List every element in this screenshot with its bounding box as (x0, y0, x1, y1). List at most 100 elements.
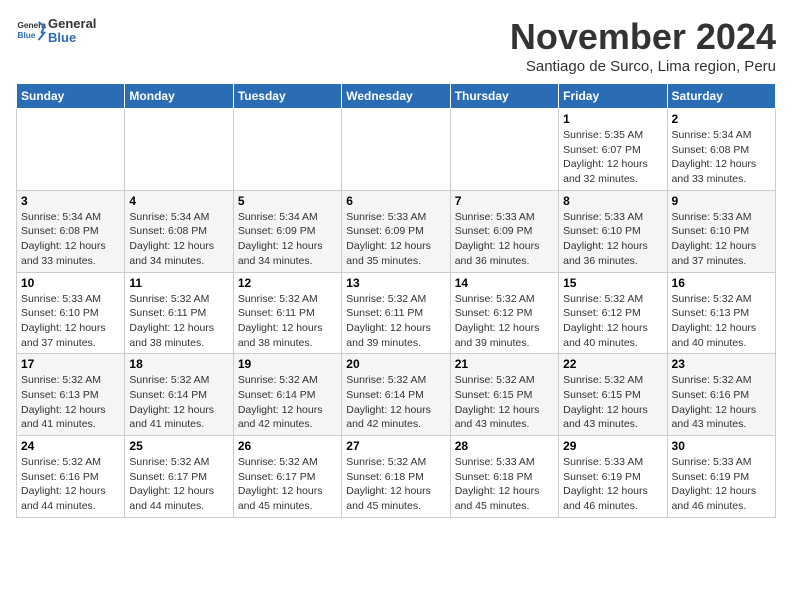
subtitle: Santiago de Surco, Lima region, Peru (510, 58, 776, 75)
day-info: Sunrise: 5:32 AM Sunset: 6:18 PM Dayligh… (346, 455, 445, 514)
calendar-day-cell: 18Sunrise: 5:32 AM Sunset: 6:14 PM Dayli… (125, 354, 233, 436)
calendar-day-cell: 23 Sunrise: 5:32 AM Sunset: 6:16 PM Dayli… (667, 354, 775, 436)
day-number: 5 (238, 194, 337, 208)
day-info: Sunrise: 5:34 AM Sunset: 6:08 PM Dayligh… (21, 210, 120, 269)
calendar-day-cell (125, 109, 233, 191)
day-number: 29 (563, 439, 662, 453)
calendar-day-cell: 17 Sunrise: 5:32 AM Sunset: 6:13 PM Dayli… (17, 354, 125, 436)
day-number: 12 (238, 276, 337, 290)
logo: General Blue General Blue (16, 16, 96, 46)
day-number: 10 (21, 276, 120, 290)
logo-general: General (48, 16, 96, 31)
calendar-header-saturday: Saturday (667, 84, 775, 109)
logo-blue: Blue (48, 30, 76, 45)
month-title: November 2024 (510, 16, 776, 58)
calendar-day-cell: 13 Sunrise: 5:32 AM Sunset: 6:11 PM Dayli… (342, 272, 450, 354)
day-info: Sunrise: 5:33 AM Sunset: 6:10 PM Dayligh… (21, 292, 120, 351)
calendar-day-cell: 4Sunrise: 5:34 AM Sunset: 6:08 PM Daylig… (125, 190, 233, 272)
day-info: Sunrise: 5:32 AM Sunset: 6:11 PM Dayligh… (238, 292, 337, 351)
calendar-day-cell: 21 Sunrise: 5:32 AM Sunset: 6:15 PM Dayli… (450, 354, 558, 436)
calendar-day-cell (342, 109, 450, 191)
calendar-day-cell: 22Sunrise: 5:32 AM Sunset: 6:15 PM Dayli… (559, 354, 667, 436)
day-info: Sunrise: 5:32 AM Sunset: 6:15 PM Dayligh… (455, 373, 554, 432)
day-info: Sunrise: 5:32 AM Sunset: 6:16 PM Dayligh… (672, 373, 771, 432)
calendar-day-cell: 9 Sunrise: 5:33 AM Sunset: 6:10 PM Daylig… (667, 190, 775, 272)
calendar-header-tuesday: Tuesday (233, 84, 341, 109)
day-info: Sunrise: 5:32 AM Sunset: 6:14 PM Dayligh… (346, 373, 445, 432)
calendar-week-row: 17 Sunrise: 5:32 AM Sunset: 6:13 PM Dayli… (17, 354, 776, 436)
day-number: 18 (129, 357, 228, 371)
page-header: General Blue General Blue November 2024 … (16, 16, 776, 75)
day-info: Sunrise: 5:32 AM Sunset: 6:17 PM Dayligh… (129, 455, 228, 514)
calendar-day-cell: 25 Sunrise: 5:32 AM Sunset: 6:17 PM Dayli… (125, 436, 233, 518)
calendar-day-cell: 1 Sunrise: 5:35 AM Sunset: 6:07 PM Daylig… (559, 109, 667, 191)
day-number: 3 (21, 194, 120, 208)
calendar-day-cell: 2Sunrise: 5:34 AM Sunset: 6:08 PM Daylig… (667, 109, 775, 191)
day-number: 17 (21, 357, 120, 371)
day-info: Sunrise: 5:32 AM Sunset: 6:13 PM Dayligh… (21, 373, 120, 432)
calendar-day-cell (450, 109, 558, 191)
calendar-day-cell: 24 Sunrise: 5:32 AM Sunset: 6:16 PM Dayli… (17, 436, 125, 518)
calendar-day-cell: 6 Sunrise: 5:33 AM Sunset: 6:09 PM Daylig… (342, 190, 450, 272)
calendar-day-cell: 16 Sunrise: 5:32 AM Sunset: 6:13 PM Dayli… (667, 272, 775, 354)
day-number: 19 (238, 357, 337, 371)
day-info: Sunrise: 5:33 AM Sunset: 6:09 PM Dayligh… (346, 210, 445, 269)
day-number: 6 (346, 194, 445, 208)
day-number: 1 (563, 112, 662, 126)
calendar-day-cell: 26Sunrise: 5:32 AM Sunset: 6:17 PM Dayli… (233, 436, 341, 518)
day-info: Sunrise: 5:32 AM Sunset: 6:11 PM Dayligh… (346, 292, 445, 351)
calendar-body: 1 Sunrise: 5:35 AM Sunset: 6:07 PM Daylig… (17, 109, 776, 518)
calendar-header-thursday: Thursday (450, 84, 558, 109)
day-info: Sunrise: 5:33 AM Sunset: 6:10 PM Dayligh… (563, 210, 662, 269)
day-info: Sunrise: 5:34 AM Sunset: 6:08 PM Dayligh… (129, 210, 228, 269)
calendar-day-cell: 12 Sunrise: 5:32 AM Sunset: 6:11 PM Dayli… (233, 272, 341, 354)
calendar-day-cell: 20 Sunrise: 5:32 AM Sunset: 6:14 PM Dayli… (342, 354, 450, 436)
calendar-header-friday: Friday (559, 84, 667, 109)
day-number: 25 (129, 439, 228, 453)
calendar-day-cell: 11 Sunrise: 5:32 AM Sunset: 6:11 PM Dayli… (125, 272, 233, 354)
day-number: 14 (455, 276, 554, 290)
calendar-header-monday: Monday (125, 84, 233, 109)
day-info: Sunrise: 5:32 AM Sunset: 6:14 PM Dayligh… (238, 373, 337, 432)
day-info: Sunrise: 5:32 AM Sunset: 6:13 PM Dayligh… (672, 292, 771, 351)
day-info: Sunrise: 5:32 AM Sunset: 6:12 PM Dayligh… (455, 292, 554, 351)
day-number: 9 (672, 194, 771, 208)
calendar-day-cell (17, 109, 125, 191)
calendar-day-cell: 19 Sunrise: 5:32 AM Sunset: 6:14 PM Dayli… (233, 354, 341, 436)
day-info: Sunrise: 5:35 AM Sunset: 6:07 PM Dayligh… (563, 128, 662, 187)
calendar-header-sunday: Sunday (17, 84, 125, 109)
calendar-day-cell: 10 Sunrise: 5:33 AM Sunset: 6:10 PM Dayli… (17, 272, 125, 354)
calendar-day-cell: 5Sunrise: 5:34 AM Sunset: 6:09 PM Daylig… (233, 190, 341, 272)
day-number: 11 (129, 276, 228, 290)
calendar-day-cell: 14 Sunrise: 5:32 AM Sunset: 6:12 PM Dayli… (450, 272, 558, 354)
day-info: Sunrise: 5:33 AM Sunset: 6:10 PM Dayligh… (672, 210, 771, 269)
calendar-day-cell: 15Sunrise: 5:32 AM Sunset: 6:12 PM Dayli… (559, 272, 667, 354)
day-number: 21 (455, 357, 554, 371)
day-info: Sunrise: 5:33 AM Sunset: 6:19 PM Dayligh… (563, 455, 662, 514)
day-info: Sunrise: 5:34 AM Sunset: 6:08 PM Dayligh… (672, 128, 771, 187)
calendar-table: SundayMondayTuesdayWednesdayThursdayFrid… (16, 83, 776, 518)
calendar-week-row: 1 Sunrise: 5:35 AM Sunset: 6:07 PM Daylig… (17, 109, 776, 191)
calendar-day-cell: 27Sunrise: 5:32 AM Sunset: 6:18 PM Dayli… (342, 436, 450, 518)
calendar-day-cell: 8 Sunrise: 5:33 AM Sunset: 6:10 PM Daylig… (559, 190, 667, 272)
calendar-day-cell: 30 Sunrise: 5:33 AM Sunset: 6:19 PM Dayli… (667, 436, 775, 518)
day-info: Sunrise: 5:32 AM Sunset: 6:12 PM Dayligh… (563, 292, 662, 351)
calendar-week-row: 24 Sunrise: 5:32 AM Sunset: 6:16 PM Dayli… (17, 436, 776, 518)
day-number: 22 (563, 357, 662, 371)
day-number: 13 (346, 276, 445, 290)
day-number: 28 (455, 439, 554, 453)
calendar-day-cell: 7Sunrise: 5:33 AM Sunset: 6:09 PM Daylig… (450, 190, 558, 272)
calendar-day-cell: 3 Sunrise: 5:34 AM Sunset: 6:08 PM Daylig… (17, 190, 125, 272)
day-number: 7 (455, 194, 554, 208)
day-info: Sunrise: 5:32 AM Sunset: 6:16 PM Dayligh… (21, 455, 120, 514)
day-number: 24 (21, 439, 120, 453)
calendar-header-row: SundayMondayTuesdayWednesdayThursdayFrid… (17, 84, 776, 109)
day-info: Sunrise: 5:32 AM Sunset: 6:11 PM Dayligh… (129, 292, 228, 351)
day-number: 30 (672, 439, 771, 453)
day-number: 8 (563, 194, 662, 208)
day-number: 20 (346, 357, 445, 371)
day-info: Sunrise: 5:33 AM Sunset: 6:19 PM Dayligh… (672, 455, 771, 514)
day-number: 16 (672, 276, 771, 290)
day-number: 23 (672, 357, 771, 371)
day-info: Sunrise: 5:33 AM Sunset: 6:18 PM Dayligh… (455, 455, 554, 514)
